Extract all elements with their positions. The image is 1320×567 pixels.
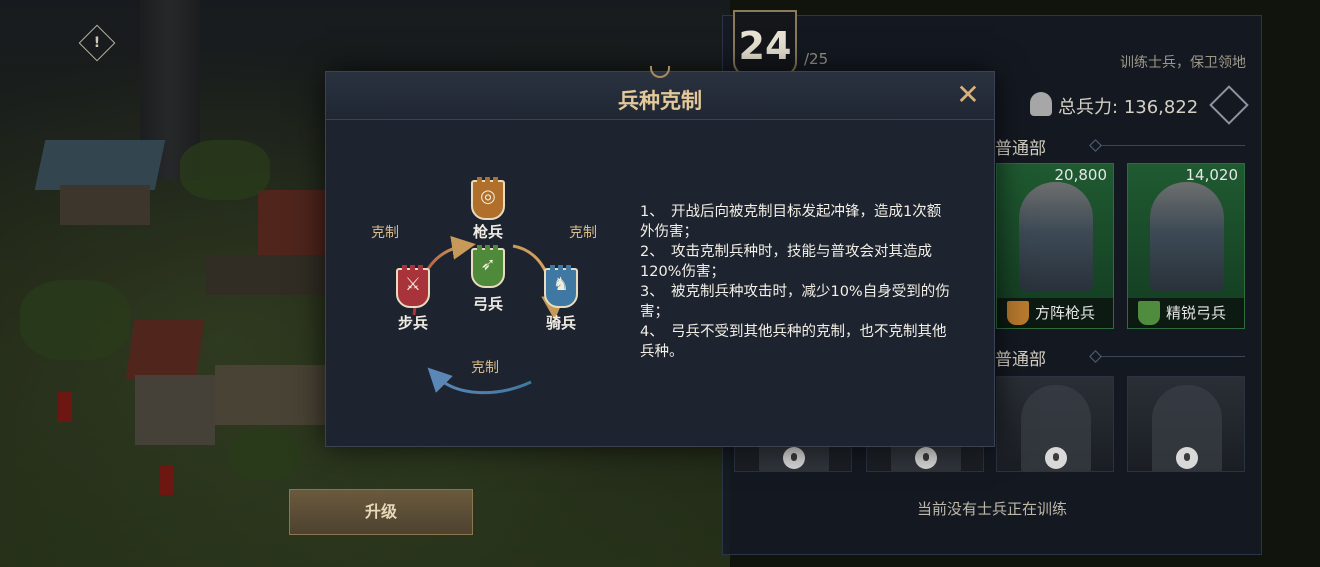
counter-diagram: 克制 克制 克制 ◎ 枪兵 ➶ 弓兵 ♞ 骑兵 ⚔ 步兵: [326, 120, 626, 448]
rule-item: 1、 开战后向被克制目标发起冲锋，造成1次额外伤害；: [640, 204, 942, 240]
spear-shield-icon: ◎: [471, 177, 505, 220]
counter-label: 克制: [371, 225, 399, 241]
unit-label-bow: 弓兵: [472, 295, 503, 313]
red-banner: [58, 392, 72, 422]
tree-cluster: [180, 140, 270, 200]
unit-name: 方阵枪兵: [1035, 304, 1096, 322]
horse-shield-icon: ♞: [544, 265, 578, 308]
rule-item: 4、 弓兵不受到其他兵种的克制，也不克制其他兵种。: [640, 324, 947, 360]
rule-item: 2、 攻击克制兵种时，技能与普攻会对其造成120%伤害；: [640, 244, 932, 280]
level-max: /25: [804, 50, 829, 68]
game-screen: { "header": { "level": "24", "level_max"…: [0, 0, 1320, 567]
tree-cluster: [230, 430, 300, 480]
total-power-value: 136,822: [1123, 97, 1199, 118]
panel-motto: 训练士兵，保卫领地: [1120, 55, 1246, 71]
blue-roof: [34, 140, 166, 190]
helmet-icon: [1030, 92, 1052, 116]
courtyard: [215, 365, 325, 425]
section-title: 普通部: [995, 139, 1046, 159]
unit-name: 精锐弓兵: [1166, 304, 1227, 322]
counter-dialog: 兵种克制 ✕ 克制 克制 克制 ◎ 枪兵 ➶ 弓兵 ♞ 骑兵 ⚔ 步兵 1、 开…: [325, 66, 995, 448]
header-ornament: [650, 66, 670, 78]
unit-label-cavalry: 骑兵: [545, 314, 576, 332]
house-wall-2: [135, 375, 215, 445]
close-icon[interactable]: ✕: [954, 81, 982, 110]
unit-count: 14,020: [1185, 166, 1239, 184]
level-badge: 24: [733, 10, 797, 76]
section-divider: [1095, 145, 1245, 146]
unit-count: 20,800: [1054, 166, 1108, 184]
lock-icon: [783, 447, 805, 469]
archer-icon: [1138, 301, 1160, 325]
castle-wall: [205, 255, 325, 295]
swords-shield-icon: ⚔: [396, 265, 430, 308]
counter-rules: 1、 开战后向被克制目标发起冲锋，造成1次额外伤害； 2、 攻击克制兵种时，技能…: [640, 202, 950, 362]
locked-unit-card[interactable]: [996, 376, 1114, 472]
unit-label-spear: 枪兵: [472, 223, 503, 241]
lock-icon: [915, 447, 937, 469]
total-power-label: 总兵力:: [1058, 97, 1119, 118]
unit-name-bar: 方阵枪兵: [997, 298, 1113, 328]
unit-card[interactable]: 20,800 方阵枪兵: [996, 163, 1114, 329]
bow-shield-icon: ➶: [471, 245, 505, 288]
unit-label-infantry: 步兵: [397, 314, 428, 332]
red-roof-2: [125, 320, 205, 380]
dialog-title: 兵种克制: [618, 89, 702, 113]
section-title: 普通部: [995, 350, 1046, 370]
section-divider: [1095, 356, 1245, 357]
unit-card[interactable]: 14,020 精锐弓兵: [1127, 163, 1245, 329]
lock-icon: [1176, 447, 1198, 469]
arrow-cavalry-to-infantry: [427, 367, 532, 395]
house-wall: [60, 185, 150, 225]
dialog-header: 兵种克制 ✕: [326, 66, 994, 120]
training-status: 当前没有士兵正在训练: [916, 500, 1067, 518]
locked-unit-card[interactable]: [1127, 376, 1245, 472]
rule-item: 3、 被克制兵种攻击时，减少10%自身受到的伤害；: [640, 284, 950, 320]
upgrade-button[interactable]: 升级: [289, 489, 473, 535]
tree-cluster: [20, 280, 130, 360]
lock-icon: [1045, 447, 1067, 469]
counter-label: 克制: [569, 225, 597, 241]
red-roof: [258, 190, 328, 260]
soldier-portrait: [1150, 182, 1224, 292]
spearman-icon: [1007, 301, 1029, 325]
soldier-portrait: [1019, 182, 1093, 292]
total-power: 总兵力: 136,822: [1058, 93, 1198, 119]
counter-label: 克制: [471, 360, 499, 376]
unit-name-bar: 精锐弓兵: [1128, 298, 1244, 328]
red-banner: [160, 465, 174, 495]
